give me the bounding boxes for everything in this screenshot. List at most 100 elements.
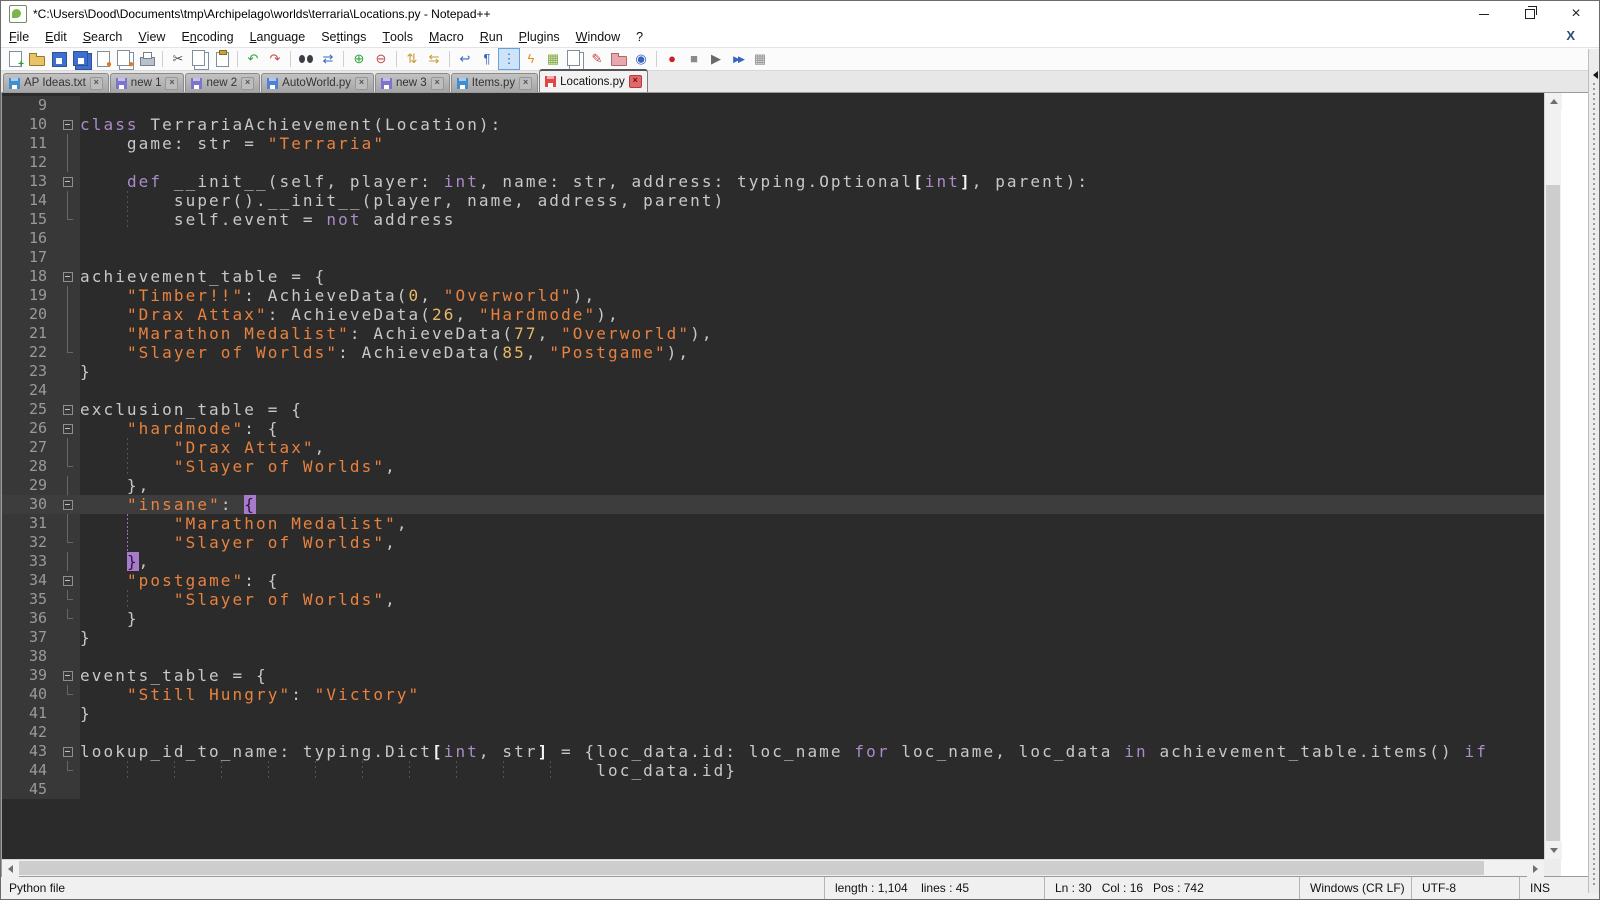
run-macro-multiple-icon[interactable]: ▶▶ [728,49,748,69]
undo-icon[interactable]: ↶ [243,49,263,69]
document-list-icon[interactable] [565,49,585,69]
restore-button[interactable] [1507,1,1553,27]
close-file-icon[interactable] [93,49,113,69]
fold-collapse-marker[interactable] [58,666,80,685]
code-line: 14 super().__init__(player, name, addres… [2,191,1544,210]
fold-collapse-marker[interactable] [58,571,80,590]
scroll-left-button[interactable] [2,860,19,877]
fold-collapse-marker[interactable] [58,172,80,191]
editor-area[interactable]: 910class TerrariaAchievement(Location):1… [1,93,1561,876]
indent-guide [315,761,316,780]
tab-close-icon[interactable]: × [241,77,254,90]
print-icon[interactable] [137,49,157,69]
vertical-scroll-thumb[interactable] [1546,185,1560,841]
zoom-out-icon[interactable]: ⊖ [371,49,391,69]
menu-item-edit[interactable]: Edit [37,27,75,47]
open-file-icon[interactable] [27,49,47,69]
tab-close-icon[interactable]: × [90,77,103,90]
code-text: def __init__(self, player: int, name: st… [80,172,1544,191]
scroll-down-button[interactable] [1545,842,1562,859]
show-all-characters-icon[interactable]: ¶ [477,49,497,69]
show-indent-guide-icon[interactable]: ⋮ [499,49,519,69]
fold-collapse-marker[interactable] [58,400,80,419]
menu-item-plugins[interactable]: Plugins [511,27,568,47]
close-all-icon[interactable] [115,49,135,69]
code-text: }, [80,476,1544,495]
status-typing-mode[interactable]: INS [1519,877,1599,899]
monitoring-icon[interactable]: ◉ [631,49,651,69]
sync-horizontal-scroll-icon[interactable]: ⇆ [424,49,444,69]
notepad-plus-plus-window: *C:\Users\Dood\Documents\tmp\Archipelago… [0,0,1600,900]
menu-item-window[interactable]: Window [568,27,628,47]
find-icon[interactable] [296,49,316,69]
vertical-scrollbar[interactable] [1544,93,1561,859]
copy-icon[interactable] [190,49,210,69]
scroll-up-button[interactable] [1545,93,1562,110]
code-line: 43lookup_id_to_name: typing.Dict[int, st… [2,742,1544,761]
zoom-in-icon[interactable]: ⊕ [349,49,369,69]
horizontal-scroll-thumb[interactable] [19,861,1484,875]
horizontal-scrollbar[interactable] [2,859,1544,876]
tab-ap-ideas-txt[interactable]: AP Ideas.txt× [3,73,109,92]
fold-collapse-marker[interactable] [58,115,80,134]
code-text: super().__init__(player, name, address, … [80,191,1544,210]
code-editor[interactable]: 910class TerrariaAchievement(Location):1… [2,93,1544,859]
tab-close-icon[interactable]: × [519,77,532,90]
menu-item-settings[interactable]: Settings [313,27,374,47]
cut-icon[interactable]: ✂ [168,49,188,69]
fold-margin [58,343,80,362]
code-line: 39events_table = { [2,666,1544,685]
tab-new-1[interactable]: new 1× [110,73,185,92]
menu-item-file[interactable]: File [1,27,37,47]
fold-collapse-marker[interactable] [58,495,80,514]
tab-autoworld-py[interactable]: AutoWorld.py× [261,73,374,92]
menu-item-search[interactable]: Search [75,27,131,47]
replace-icon[interactable]: ⇄ [318,49,338,69]
menu-item-encoding[interactable]: Encoding [173,27,241,47]
stop-recording-icon[interactable]: ■ [684,49,704,69]
tab-items-py[interactable]: Items.py × [451,73,538,92]
redo-icon[interactable]: ↷ [265,49,285,69]
tab-close-icon[interactable]: × [629,75,642,88]
menu-item-[interactable]: ? [628,27,651,47]
toolbar-separator [396,51,397,67]
brace-match-indent-guide [127,533,128,552]
scroll-right-button[interactable] [1527,860,1544,877]
function-list-icon[interactable]: ✎ [587,49,607,69]
menu-item-run[interactable]: Run [472,27,511,47]
new-file-icon[interactable] [5,49,25,69]
tab-new-3[interactable]: new 3× [375,73,450,92]
document-map-icon[interactable]: ▦ [543,49,563,69]
folder-as-workspace-icon[interactable] [609,49,629,69]
save-icon[interactable] [49,49,69,69]
tab-close-icon[interactable]: × [431,77,444,90]
user-defined-language-icon[interactable]: ϟ [521,49,541,69]
save-all-icon[interactable] [71,49,91,69]
fold-collapse-marker[interactable] [58,742,80,761]
fold-collapse-marker[interactable] [58,267,80,286]
dock-splitter-strip[interactable] [1588,49,1599,893]
paste-icon[interactable] [212,49,232,69]
sync-vertical-scroll-icon[interactable]: ⇅ [402,49,422,69]
fold-collapse-marker[interactable] [58,419,80,438]
save-macro-icon[interactable]: ▦ [750,49,770,69]
close-button[interactable]: × [1553,1,1599,27]
line-number: 30 [2,495,58,514]
menu-item-tools[interactable]: Tools [374,27,421,47]
tab-close-icon[interactable]: × [355,77,368,90]
menu-item-view[interactable]: View [130,27,173,47]
word-wrap-icon[interactable]: ↩ [455,49,475,69]
minimize-button[interactable] [1461,1,1507,27]
line-number: 21 [2,324,58,343]
code-text: self.event = not address [80,210,1544,229]
tab-label: new 1 [131,77,162,89]
tab-label: Items.py [472,77,515,89]
menu-item-language[interactable]: Language [242,27,314,47]
tab-new-2[interactable]: new 2× [185,73,260,92]
play-macro-icon[interactable]: ▶ [706,49,726,69]
tab-locations-py[interactable]: Locations.py× [539,69,648,92]
record-macro-icon[interactable]: ● [662,49,682,69]
menu-item-macro[interactable]: Macro [421,27,472,47]
close-document-x-button[interactable]: X [1566,28,1575,43]
tab-close-icon[interactable]: × [165,77,178,90]
